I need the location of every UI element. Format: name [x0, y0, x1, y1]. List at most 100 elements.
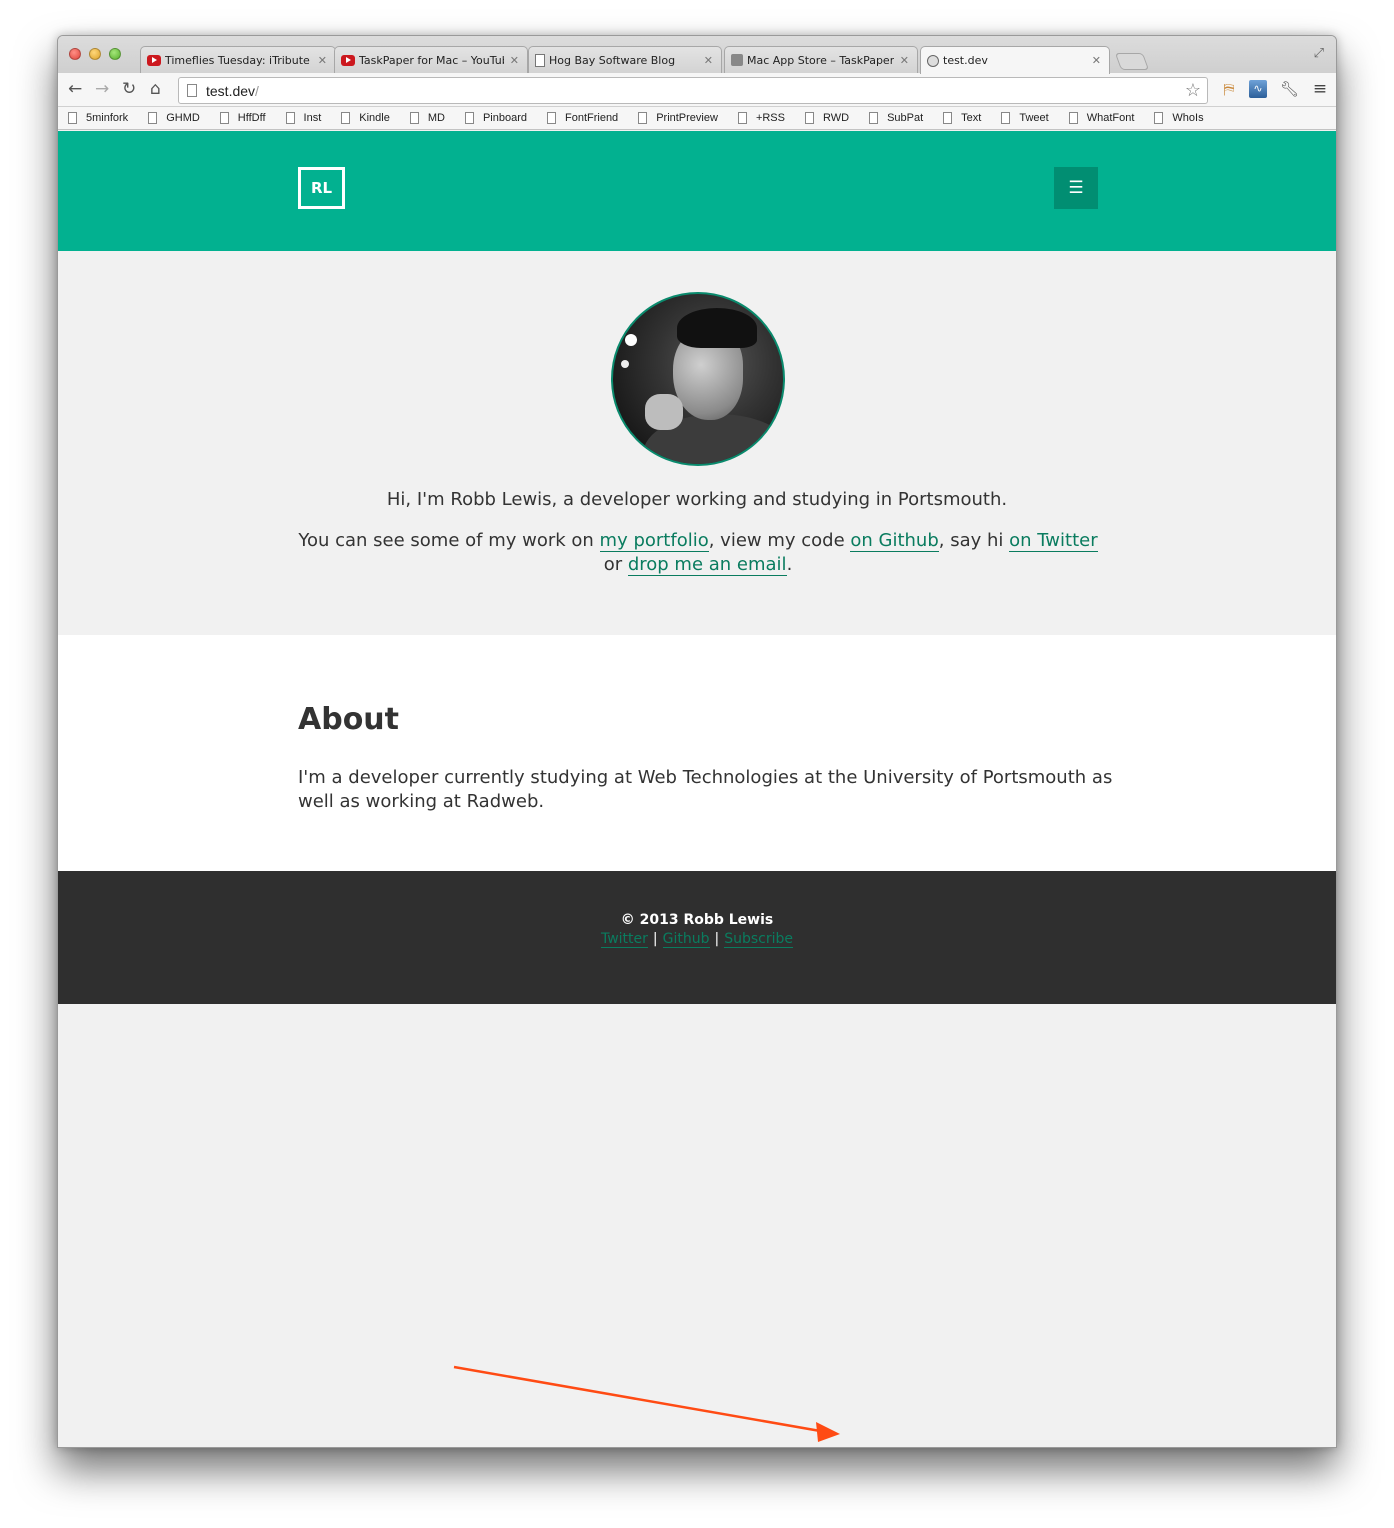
bookmark-item[interactable]: Inst: [285, 112, 322, 124]
back-icon[interactable]: ←: [68, 79, 82, 99]
browser-window: Timeflies Tuesday: iTribute ✕ TaskPaper …: [57, 35, 1337, 1448]
window-controls: [69, 48, 121, 60]
site-logo[interactable]: RL: [298, 167, 345, 209]
avatar-hand: [645, 394, 683, 430]
wrench-icon[interactable]: 🔧︎: [1280, 80, 1299, 98]
portfolio-link[interactable]: my portfolio: [599, 530, 709, 552]
youtube-icon: [341, 54, 355, 66]
bookmark-label: Kindle: [359, 112, 390, 124]
text-fragment: , view my code: [708, 530, 851, 551]
page-icon: [535, 53, 545, 67]
bookmark-label: MD: [427, 112, 445, 124]
extension-icon[interactable]: ⛿: [1220, 80, 1238, 98]
page-icon: [638, 112, 648, 124]
page-icon: [219, 112, 229, 124]
bookmark-label: Pinboard: [482, 112, 527, 124]
close-window-button[interactable]: [69, 48, 81, 60]
bookmark-label: Inst: [303, 112, 322, 124]
bookmark-item[interactable]: PrintPreview: [638, 112, 718, 124]
forward-icon[interactable]: →: [95, 79, 109, 99]
tab-taskpaper-youtube[interactable]: TaskPaper for Mac – YouTube ✕: [334, 46, 528, 73]
bookmark-item[interactable]: Pinboard: [464, 112, 527, 124]
avatar: [611, 292, 785, 466]
page-icon: [943, 112, 953, 124]
bookmark-label: Text: [961, 112, 982, 124]
url-path: /: [255, 82, 259, 99]
tab-close-icon[interactable]: ✕: [900, 54, 909, 67]
tab-close-icon[interactable]: ✕: [1092, 54, 1101, 67]
tab-close-icon[interactable]: ✕: [510, 54, 519, 67]
zoom-window-button[interactable]: [109, 48, 121, 60]
page-icon: [148, 112, 158, 124]
tab-title: Mac App Store – TaskPaper: [747, 53, 894, 67]
bookmark-star-icon[interactable]: ☆: [1185, 80, 1201, 101]
bookmark-label: FontFriend: [564, 112, 619, 124]
chart-extension-icon[interactable]: ∿: [1249, 80, 1267, 98]
text-fragment: , say hi: [938, 530, 1010, 551]
tab-close-icon[interactable]: ✕: [704, 54, 713, 67]
text-fragment: .: [786, 554, 793, 575]
about-text: I'm a developer currently studying at We…: [298, 767, 1113, 812]
bookmark-label: GHMD: [166, 112, 200, 124]
bookmark-item[interactable]: +RSS: [737, 112, 785, 124]
tab-hog-bay-blog[interactable]: Hog Bay Software Blog ✕: [528, 46, 722, 73]
page-icon: [464, 112, 474, 124]
twitter-link[interactable]: on Twitter: [1009, 530, 1098, 552]
footer-twitter-link[interactable]: Twitter: [600, 931, 648, 948]
bookmark-item[interactable]: 5minfork: [68, 112, 128, 124]
web-page: RL ☰ Hi, I'm Robb Lewis, a developer wor…: [58, 131, 1336, 1447]
bookmark-item[interactable]: Text: [943, 112, 981, 124]
bookmark-item[interactable]: SubPat: [869, 112, 923, 124]
bookmarks-bar: 5minfork GHMD HffDff Inst Kindle MD Pinb…: [58, 107, 1336, 130]
intro-text: Hi, I'm Robb Lewis, a developer working …: [386, 489, 1008, 510]
bookmark-label: WhoIs: [1172, 112, 1204, 124]
footer-subscribe-link[interactable]: Subscribe: [724, 931, 794, 948]
page-icon: [1154, 112, 1164, 124]
menu-icon[interactable]: ≡: [1311, 80, 1329, 98]
url-text[interactable]: test.dev/: [206, 83, 259, 99]
tab-mac-app-store[interactable]: Mac App Store – TaskPaper ✕: [724, 46, 918, 73]
text-fragment: or: [603, 554, 628, 575]
minimize-window-button[interactable]: [89, 48, 101, 60]
about-section: About I'm a developer currently studying…: [58, 635, 1336, 871]
new-tab-button[interactable]: [1114, 53, 1150, 70]
fullscreen-icon[interactable]: ⤢: [1314, 46, 1324, 61]
bookmark-item[interactable]: WhatFont: [1068, 112, 1135, 124]
bookmark-item[interactable]: Kindle: [341, 112, 390, 124]
avatar-hair: [677, 308, 757, 348]
browser-toolbar: ← → ↻ ⌂ test.dev/ ☆ ⛿ ∿ 🔧︎ ≡: [58, 73, 1336, 107]
bookmark-item[interactable]: MD: [409, 112, 445, 124]
about-heading: About: [298, 702, 400, 737]
menu-toggle-button[interactable]: ☰: [1054, 167, 1098, 209]
bookmark-label: 5minfork: [86, 112, 129, 124]
bookmark-item[interactable]: GHMD: [148, 112, 200, 124]
bookmark-item[interactable]: FontFriend: [546, 112, 619, 124]
reload-icon[interactable]: ↻: [122, 79, 136, 99]
tab-test-dev[interactable]: test.dev ✕: [920, 46, 1110, 74]
bookmark-item[interactable]: Tweet: [1001, 112, 1049, 124]
email-link[interactable]: drop me an email: [627, 554, 787, 576]
github-link[interactable]: on Github: [850, 530, 939, 552]
address-bar[interactable]: test.dev/ ☆: [178, 77, 1208, 104]
bookmark-label: Tweet: [1019, 112, 1049, 124]
page-icon: [68, 112, 77, 124]
bookmark-label: WhatFont: [1086, 112, 1135, 124]
footer-github-link[interactable]: Github: [662, 931, 710, 948]
tab-strip: Timeflies Tuesday: iTribute ✕ TaskPaper …: [58, 36, 1336, 74]
hamburger-icon: ☰: [1068, 178, 1084, 198]
text-fragment: You can see some of my work on: [298, 530, 600, 551]
page-icon: [804, 112, 814, 124]
home-icon[interactable]: ⌂: [150, 79, 161, 99]
page-icon: [1001, 112, 1011, 124]
bookmark-item[interactable]: RWD: [804, 112, 849, 124]
tab-close-icon[interactable]: ✕: [318, 54, 327, 67]
page-icon: [285, 112, 295, 124]
globe-icon: [927, 54, 939, 67]
bookmark-item[interactable]: WhoIs: [1154, 112, 1204, 124]
footer-links: Twitter | Github | Subscribe: [58, 930, 1336, 949]
tab-timeflies[interactable]: Timeflies Tuesday: iTribute ✕: [140, 46, 336, 73]
links-paragraph: You can see some of my work on my portfo…: [298, 529, 1098, 577]
bookmark-item[interactable]: HffDff: [219, 112, 266, 124]
page-icon: [341, 112, 351, 124]
tab-title: Timeflies Tuesday: iTribute: [165, 53, 310, 67]
